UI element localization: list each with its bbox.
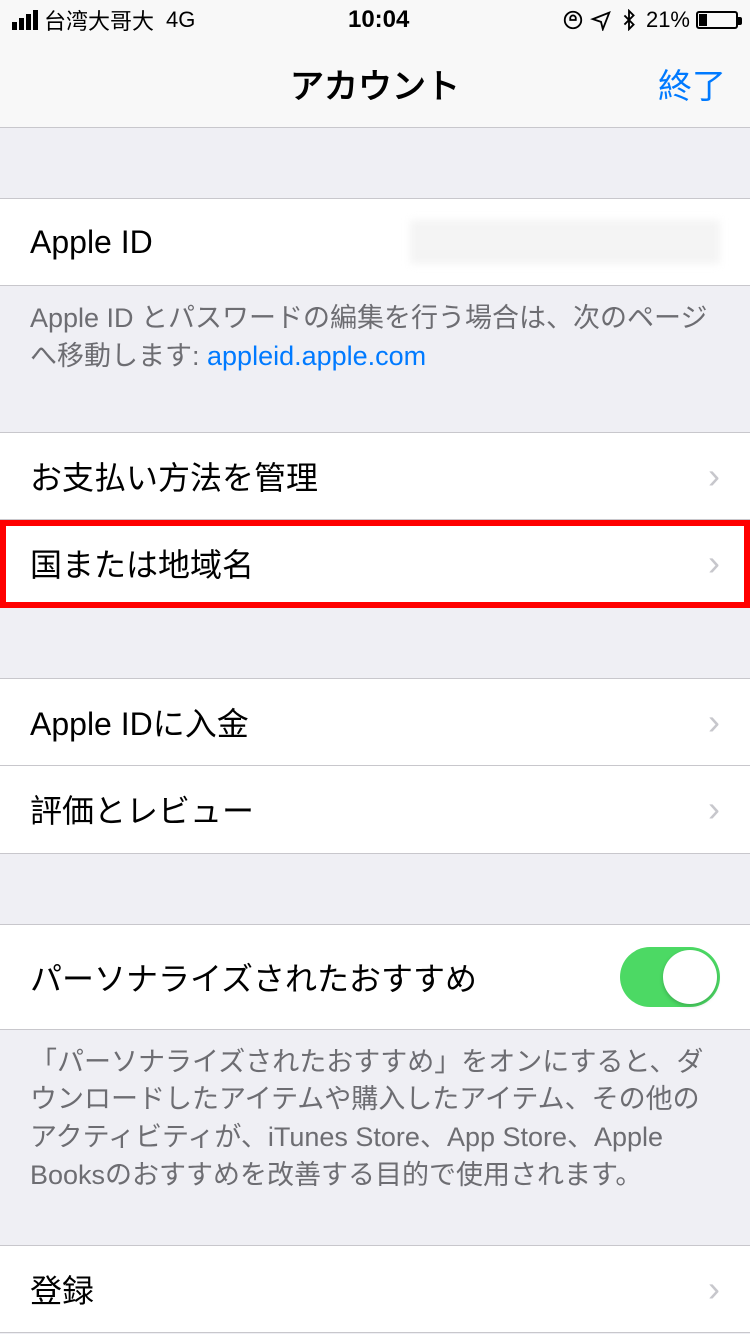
done-button[interactable]: 終了 [658,59,726,108]
chevron-right-icon: › [708,788,720,830]
payment-methods-row[interactable]: お支払い方法を管理 › [0,432,750,520]
status-bar: 台湾大哥大 4G 10:04 21% [0,0,750,40]
status-right: 21% [562,7,738,33]
battery-icon [696,11,738,29]
status-left: 台湾大哥大 4G [12,4,195,36]
chevron-right-icon: › [708,542,720,584]
apple-id-footer: Apple ID とパスワードの編集を行う場合は、次のページへ移動します: ap… [0,286,750,376]
chevron-right-icon: › [708,701,720,743]
personalized-footer: 「パーソナライズされたおすすめ」をオンにすると、ダウンロードしたアイテムや購入し… [0,1030,750,1195]
bluetooth-icon [618,9,640,31]
subscriptions-row[interactable]: 登録 › [0,1245,750,1333]
personalized-toggle[interactable] [620,947,720,1007]
apple-id-link[interactable]: appleid.apple.com [207,341,426,371]
clock: 10:04 [348,6,409,34]
personalized-group: パーソナライズされたおすすめ [0,924,750,1030]
signal-icon [12,10,38,30]
toggle-knob [663,950,717,1004]
country-region-label: 国または地域名 [30,540,254,586]
network-label: 4G [166,7,195,33]
chevron-right-icon: › [708,455,720,497]
payment-methods-label: お支払い方法を管理 [30,453,318,499]
add-funds-label: Apple IDに入金 [30,699,249,745]
apple-id-label: Apple ID [30,224,153,261]
funds-group: Apple IDに入金 › 評価とレビュー › [0,678,750,854]
apple-id-group: Apple ID [0,198,750,286]
subscriptions-label: 登録 [30,1266,94,1312]
location-icon [590,9,612,31]
orientation-lock-icon [562,9,584,31]
ratings-reviews-row[interactable]: 評価とレビュー › [0,766,750,854]
apple-id-row[interactable]: Apple ID [0,198,750,286]
battery-percent: 21% [646,7,690,33]
add-funds-row[interactable]: Apple IDに入金 › [0,678,750,766]
carrier-label: 台湾大哥大 [44,4,154,36]
subscriptions-group: 登録 › [0,1245,750,1333]
nav-bar: アカウント 終了 [0,40,750,128]
chevron-right-icon: › [708,1268,720,1310]
page-title: アカウント [290,59,460,108]
ratings-reviews-label: 評価とレビュー [30,786,254,832]
payment-group: お支払い方法を管理 › 国または地域名 › [0,432,750,608]
apple-id-value-redacted [410,220,720,264]
personalized-recommendations-row: パーソナライズされたおすすめ [0,924,750,1030]
country-region-row[interactable]: 国または地域名 › [0,520,750,608]
personalized-label: パーソナライズされたおすすめ [30,954,477,1000]
